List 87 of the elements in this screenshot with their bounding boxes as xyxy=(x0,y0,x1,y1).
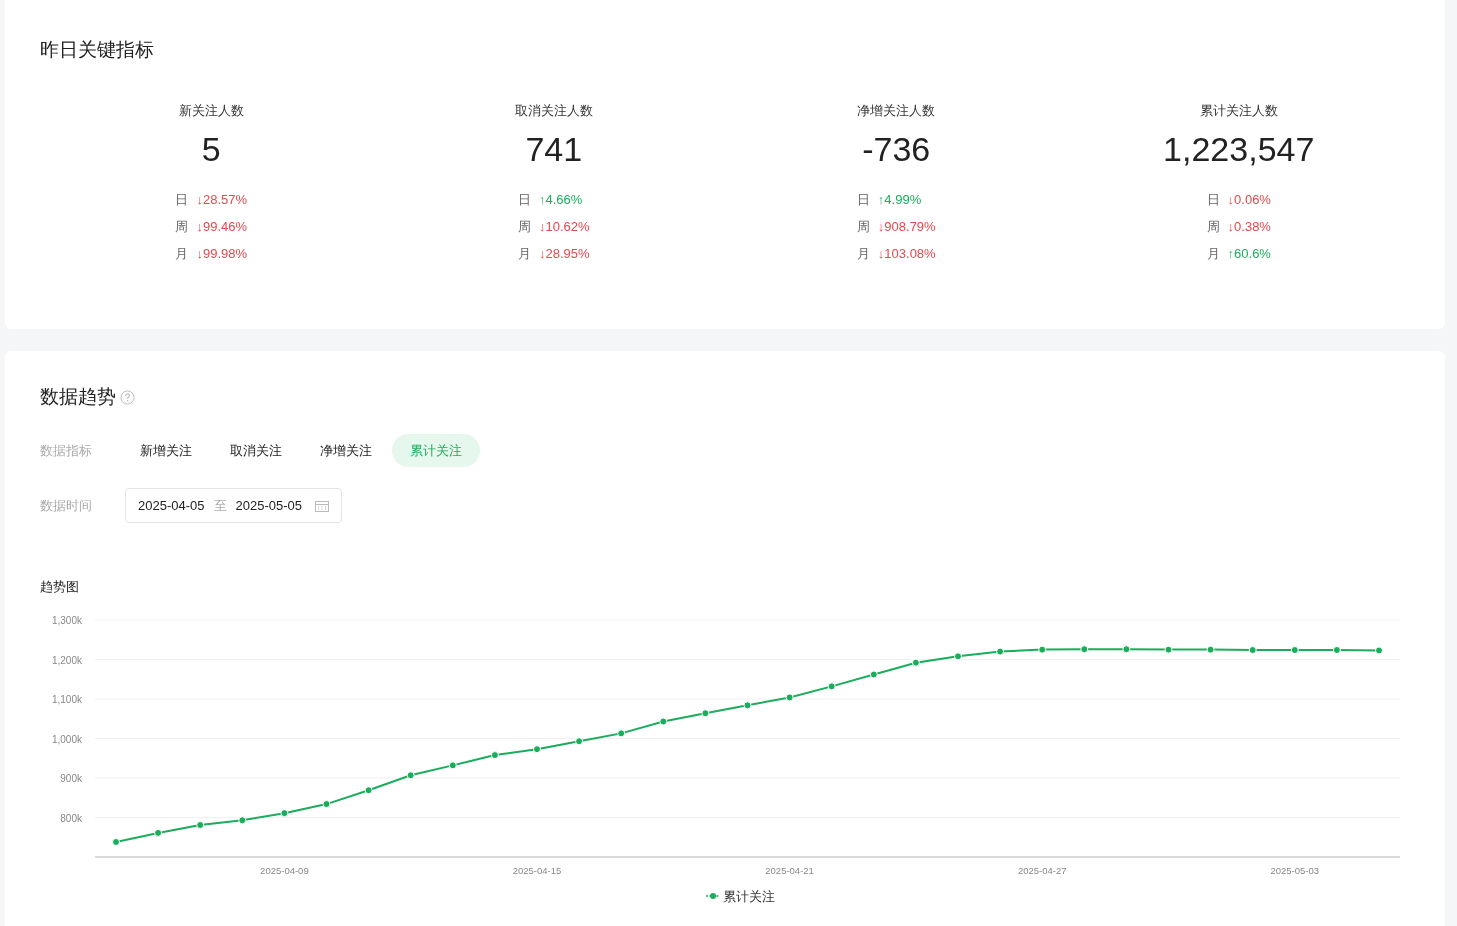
data-point[interactable] xyxy=(1122,644,1131,653)
change-value: ↑4.99% xyxy=(877,190,922,209)
x-axis-label: 2025-04-09 xyxy=(260,864,309,876)
y-axis-label: 1,300k xyxy=(51,614,82,626)
metric-label: 新关注人数 xyxy=(178,102,244,120)
data-point[interactable] xyxy=(911,658,920,667)
metric-label: 累计关注人数 xyxy=(1199,102,1278,120)
metric-tab[interactable]: 新增关注 xyxy=(122,434,210,467)
data-point[interactable] xyxy=(406,770,415,779)
period-label: 月 xyxy=(517,244,531,263)
section-title: 昨日关键指标 xyxy=(40,38,154,62)
change-value: ↓28.95% xyxy=(538,244,590,263)
data-point[interactable] xyxy=(1332,645,1341,654)
legend-marker-icon xyxy=(705,892,720,901)
help-icon[interactable] xyxy=(120,389,135,405)
data-point[interactable] xyxy=(827,681,836,690)
data-point[interactable] xyxy=(533,744,541,753)
y-axis-label: 800k xyxy=(60,812,82,823)
period-label: 月 xyxy=(1206,244,1220,263)
chart-title: 趋势图 xyxy=(40,578,79,596)
metric-tab[interactable]: 取消关注 xyxy=(212,434,300,467)
change-value: ↓0.06% xyxy=(1227,190,1271,209)
period-label: 周 xyxy=(175,217,189,236)
x-axis-label: 2025-05-03 xyxy=(1270,864,1320,876)
x-axis-label: 2025-04-27 xyxy=(1017,864,1067,876)
change-value: ↑4.66% xyxy=(538,190,583,209)
period-label: 周 xyxy=(1206,217,1220,236)
change-value: ↓10.62% xyxy=(538,217,590,236)
y-axis-label: 1,200k xyxy=(51,654,82,665)
data-point[interactable] xyxy=(1290,645,1299,654)
data-point[interactable] xyxy=(575,736,584,745)
data-point[interactable] xyxy=(280,808,289,817)
data-point[interactable] xyxy=(154,828,163,837)
metric-value: 1,223,547 xyxy=(1163,129,1315,170)
period-label: 日 xyxy=(517,190,531,209)
change-value: ↓99.46% xyxy=(196,217,248,236)
data-point[interactable] xyxy=(196,820,205,829)
field-label: 数据时间 xyxy=(40,496,93,515)
data-point[interactable] xyxy=(1080,644,1089,653)
y-axis-label: 1,000k xyxy=(51,733,82,744)
data-point[interactable] xyxy=(1375,645,1383,654)
date-range-field[interactable]: 2025-04-05 至 2025-05-05 xyxy=(125,488,342,523)
period-label: 日 xyxy=(175,190,189,209)
metric-label: 净增关注人数 xyxy=(857,102,936,120)
change-value: ↓99.98% xyxy=(196,244,248,263)
metric-value: 741 xyxy=(525,129,583,170)
data-point[interactable] xyxy=(322,799,331,808)
change-value: ↓0.38% xyxy=(1227,217,1271,236)
period-label: 日 xyxy=(856,190,870,209)
legend-item[interactable]: 累计关注 xyxy=(705,886,775,906)
period-label: 周 xyxy=(856,217,870,236)
change-value: ↓28.57% xyxy=(196,190,248,209)
data-point[interactable] xyxy=(1038,645,1047,654)
data-point[interactable] xyxy=(238,815,247,824)
y-axis-label: 1,100k xyxy=(51,693,82,705)
data-point[interactable] xyxy=(490,750,499,759)
change-value: ↓103.08% xyxy=(877,244,936,263)
data-point[interactable] xyxy=(869,670,878,678)
metric-tab[interactable]: 净增关注 xyxy=(302,434,390,467)
x-axis-label: 2025-04-21 xyxy=(765,864,814,876)
calendar-icon xyxy=(315,499,329,512)
data-point[interactable] xyxy=(954,651,962,660)
change-value: ↓908.79% xyxy=(877,217,936,236)
change-value: ↑60.6% xyxy=(1227,244,1271,263)
data-point[interactable] xyxy=(1164,645,1173,654)
field-label: 数据指标 xyxy=(40,441,93,460)
data-point[interactable] xyxy=(701,708,710,717)
data-point[interactable] xyxy=(743,700,752,709)
period-label: 月 xyxy=(175,244,189,263)
metric-value: -736 xyxy=(862,129,931,170)
data-point[interactable] xyxy=(112,837,120,846)
period-label: 周 xyxy=(517,217,531,236)
metric-label: 取消关注人数 xyxy=(514,102,593,120)
data-point[interactable] xyxy=(448,760,457,769)
data-point[interactable] xyxy=(996,647,1005,656)
data-point[interactable] xyxy=(1248,645,1257,654)
data-point[interactable] xyxy=(785,692,794,701)
period-label: 日 xyxy=(1206,190,1220,209)
section-title: 数据趋势 xyxy=(40,385,116,409)
data-point[interactable] xyxy=(659,717,668,725)
data-point[interactable] xyxy=(1206,645,1215,654)
x-axis-label: 2025-04-15 xyxy=(512,864,562,876)
period-label: 月 xyxy=(856,244,870,263)
metric-value: 5 xyxy=(201,129,221,170)
data-point[interactable] xyxy=(617,728,626,737)
y-axis-label: 900k xyxy=(60,772,82,784)
data-point[interactable] xyxy=(364,785,373,794)
